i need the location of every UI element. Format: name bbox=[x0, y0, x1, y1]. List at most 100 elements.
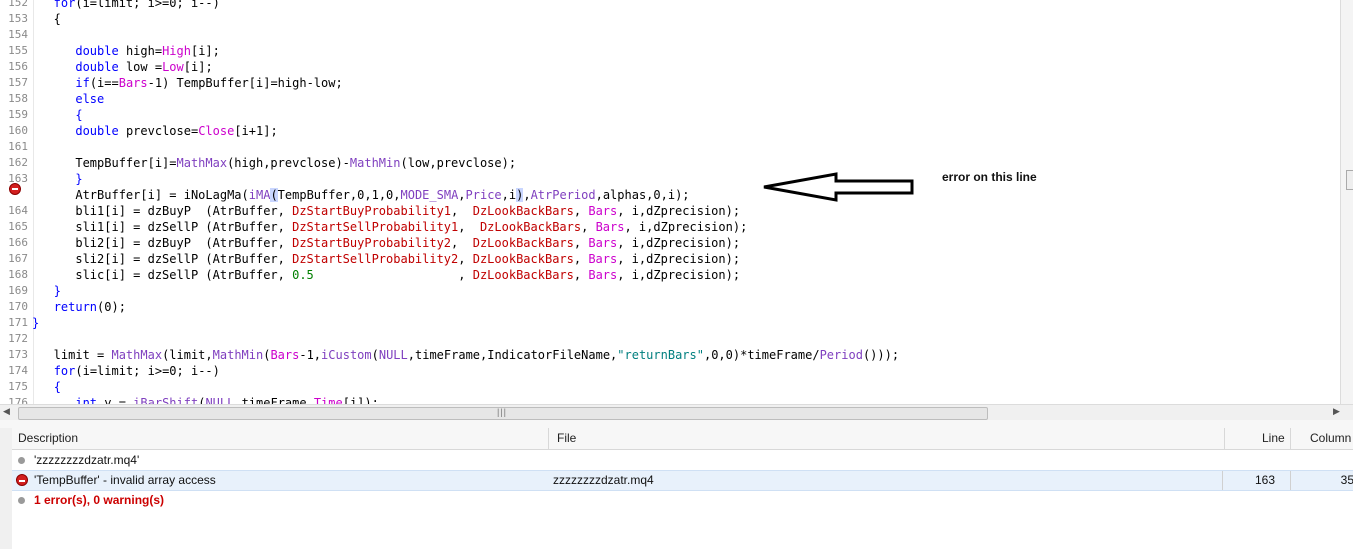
code-line[interactable]: 163 } bbox=[0, 171, 1340, 187]
vertical-scrollbar-thumb[interactable] bbox=[1346, 170, 1353, 190]
code-line[interactable]: 175 { bbox=[0, 379, 1340, 395]
line-number: 153 bbox=[8, 12, 28, 25]
line-number: 162 bbox=[8, 156, 28, 169]
code-text: for(i=limit; i>=0; i--) bbox=[32, 0, 220, 10]
code-text: for(i=limit; i>=0; i--) bbox=[53, 364, 220, 378]
line-number: 155 bbox=[8, 44, 28, 57]
grip-icon: ||| bbox=[497, 407, 508, 417]
column-header-file[interactable]: File bbox=[557, 431, 576, 445]
code-text: int y = iBarShift(NULL,timeFrame,Time[i]… bbox=[75, 396, 379, 404]
code-line[interactable]: 174 for(i=limit; i>=0; i--) bbox=[0, 363, 1340, 379]
code-line[interactable]: 168 slic[i] = dzSellP (AtrBuffer, 0.5 , … bbox=[0, 267, 1340, 283]
code-text: TempBuffer[i]=MathMax(high,prevclose)-Ma… bbox=[32, 156, 517, 170]
code-line[interactable]: 154 bbox=[0, 27, 1340, 43]
code-text: { bbox=[53, 380, 61, 394]
code-text: bli2[i] = dzBuyP (AtrBuffer, DzStartBuyP… bbox=[32, 236, 741, 250]
annotation-note: error on this line bbox=[942, 170, 1037, 184]
line-number: 171 bbox=[8, 316, 28, 329]
row-description: 'TempBuffer' - invalid array access bbox=[34, 473, 216, 487]
column-divider[interactable] bbox=[1290, 428, 1291, 449]
line-number: 165 bbox=[8, 220, 28, 233]
column-header-column[interactable]: Column bbox=[1310, 431, 1351, 445]
code-line[interactable]: 170 return(0); bbox=[0, 299, 1340, 315]
column-header-description[interactable]: Description bbox=[18, 431, 78, 445]
error-icon bbox=[16, 474, 28, 486]
column-divider[interactable] bbox=[548, 428, 549, 449]
error-list-row-selected[interactable]: 'TempBuffer' - invalid array access zzzz… bbox=[12, 470, 1353, 491]
row-file: zzzzzzzzdzatr.mq4 bbox=[553, 473, 654, 487]
scroll-left-arrow-icon[interactable]: ◀ bbox=[3, 406, 10, 417]
line-number: 172 bbox=[8, 332, 28, 345]
code-text: sli2[i] = dzSellP (AtrBuffer, DzStartSel… bbox=[32, 252, 741, 266]
code-line[interactable]: 167 sli2[i] = dzSellP (AtrBuffer, DzStar… bbox=[0, 251, 1340, 267]
line-number: 175 bbox=[8, 380, 28, 393]
code-line[interactable]: 171 } bbox=[0, 315, 1340, 331]
horizontal-scrollbar[interactable]: ◀ ||| ▶ bbox=[0, 404, 1353, 421]
code-editor[interactable]: 152 for(i=limit; i>=0; i--) 153 { 154 15… bbox=[0, 0, 1353, 404]
info-dot-icon bbox=[18, 457, 25, 464]
code-text: double low =Low[i]; bbox=[75, 60, 213, 74]
error-list-row[interactable]: 'zzzzzzzzdzatr.mq4' bbox=[12, 451, 1353, 470]
code-text: } bbox=[32, 316, 40, 330]
code-text: limit = MathMax(limit,MathMin(Bars-1,iCu… bbox=[32, 348, 900, 362]
code-line[interactable]: 158 else bbox=[0, 91, 1340, 107]
column-divider[interactable] bbox=[1224, 428, 1225, 449]
error-marker-icon[interactable] bbox=[9, 183, 21, 195]
code-line[interactable]: 166 bli2[i] = dzBuyP (AtrBuffer, DzStart… bbox=[0, 235, 1340, 251]
code-line[interactable]: 160 double prevclose=Close[i+1]; bbox=[0, 123, 1340, 139]
column-header-line[interactable]: Line bbox=[1262, 431, 1285, 445]
code-text: } bbox=[75, 172, 83, 186]
code-line[interactable]: 155 double high=High[i]; bbox=[0, 43, 1340, 59]
code-line[interactable]: 164 bli1[i] = dzBuyP (AtrBuffer, DzStart… bbox=[0, 203, 1340, 219]
line-number: 161 bbox=[8, 140, 28, 153]
code-line[interactable]: 153 { bbox=[0, 11, 1340, 27]
code-line[interactable]: 176 int y = iBarShift(NULL,timeFrame,Tim… bbox=[0, 395, 1340, 404]
line-number: 159 bbox=[8, 108, 28, 121]
code-line[interactable]: 172 bbox=[0, 331, 1340, 347]
scroll-right-arrow-icon[interactable]: ▶ bbox=[1333, 406, 1340, 417]
code-line[interactable]: 157 if(i==Bars-1) TempBuffer[i]=high-low… bbox=[0, 75, 1340, 91]
line-number: 168 bbox=[8, 268, 28, 281]
code-line[interactable]: 161 bbox=[0, 139, 1340, 155]
line-number: 166 bbox=[8, 236, 28, 249]
code-line[interactable]: 156 double low =Low[i]; bbox=[0, 59, 1340, 75]
line-number: 169 bbox=[8, 284, 28, 297]
horizontal-scrollbar-thumb[interactable]: ||| bbox=[18, 407, 988, 420]
code-text: return(0); bbox=[53, 300, 126, 314]
row-line: 163 bbox=[1222, 471, 1277, 490]
code-line[interactable]: 159 { bbox=[0, 107, 1340, 123]
code-line[interactable]: 173 limit = MathMax(limit,MathMin(Bars-1… bbox=[0, 347, 1340, 363]
line-number: 173 bbox=[8, 348, 28, 361]
line-number: 157 bbox=[8, 76, 28, 89]
error-summary: 1 error(s), 0 warning(s) bbox=[34, 493, 165, 507]
code-line[interactable]: 169 } bbox=[0, 283, 1340, 299]
line-number: 160 bbox=[8, 124, 28, 137]
row-column: 35 bbox=[1290, 471, 1353, 490]
errors-panel: Description File Line Column 'zzzzzzzzdz… bbox=[0, 428, 1353, 549]
row-description: 'zzzzzzzzdzatr.mq4' bbox=[34, 453, 140, 467]
code-text: double high=High[i]; bbox=[75, 44, 220, 58]
code-text: AtrBuffer[i] = iNoLagMa(iMA(TempBuffer,0… bbox=[32, 188, 690, 202]
line-number: 164 bbox=[8, 204, 28, 217]
line-number: 176 bbox=[8, 396, 28, 404]
code-text: double prevclose=Close[i+1]; bbox=[75, 124, 278, 138]
info-dot-icon bbox=[18, 497, 25, 504]
errors-table-header: Description File Line Column bbox=[12, 428, 1353, 450]
code-line-error[interactable]: 163 AtrBuffer[i] = iNoLagMa(iMA(TempBuff… bbox=[0, 187, 1340, 203]
error-list-summary-row[interactable]: 1 error(s), 0 warning(s) bbox=[12, 491, 1353, 510]
code-line[interactable]: 152 for(i=limit; i>=0; i--) bbox=[0, 0, 1340, 11]
code-text: else bbox=[75, 92, 105, 106]
code-text: { bbox=[32, 12, 61, 26]
code-text: if(i==Bars-1) TempBuffer[i]=high-low; bbox=[75, 76, 343, 90]
code-text: sli1[i] = dzSellP (AtrBuffer, DzStartSel… bbox=[32, 220, 748, 234]
line-number: 154 bbox=[8, 28, 28, 41]
code-area[interactable]: 152 for(i=limit; i>=0; i--) 153 { 154 15… bbox=[0, 0, 1340, 404]
line-number: 170 bbox=[8, 300, 28, 313]
line-number: 152 bbox=[8, 0, 28, 9]
code-line[interactable]: 165 sli1[i] = dzSellP (AtrBuffer, DzStar… bbox=[0, 219, 1340, 235]
code-line[interactable]: 162 TempBuffer[i]=MathMax(high,prevclose… bbox=[0, 155, 1340, 171]
code-text: slic[i] = dzSellP (AtrBuffer, 0.5 , DzLo… bbox=[32, 268, 741, 282]
vertical-scrollbar[interactable] bbox=[1340, 0, 1353, 404]
code-text: } bbox=[53, 284, 61, 298]
line-number: 167 bbox=[8, 252, 28, 265]
